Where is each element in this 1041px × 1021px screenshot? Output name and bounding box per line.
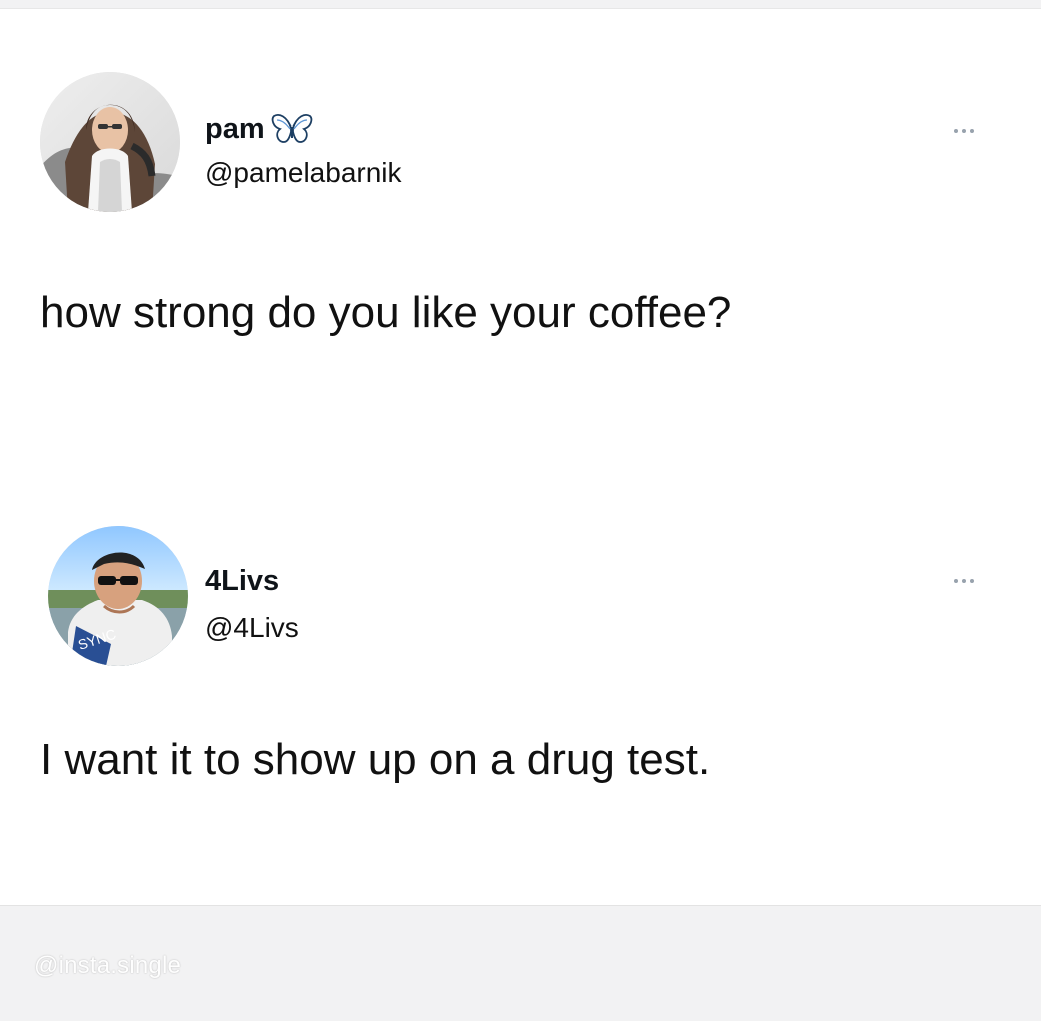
- dot-icon: [970, 129, 974, 133]
- more-options-icon[interactable]: [944, 571, 984, 591]
- profile-photo-icon: [40, 72, 180, 212]
- avatar-pamelabarnik[interactable]: [40, 72, 180, 212]
- profile-photo-icon: SYNC: [48, 526, 188, 666]
- handle[interactable]: @pamelabarnik: [205, 159, 402, 187]
- dot-icon: [954, 129, 958, 133]
- tweet2-name-row: 4Livs: [205, 567, 279, 596]
- butterfly-icon: [271, 112, 313, 146]
- screenshot-card: pam @pamelabarnik how strong do you like…: [0, 8, 1041, 906]
- avatar-4livs[interactable]: SYNC: [48, 526, 188, 666]
- watermark: @insta.single: [34, 952, 182, 979]
- display-name[interactable]: pam: [205, 114, 265, 144]
- dot-icon: [970, 579, 974, 583]
- dot-icon: [962, 129, 966, 133]
- more-options-icon[interactable]: [944, 121, 984, 141]
- dot-icon: [962, 579, 966, 583]
- handle[interactable]: @4Livs: [205, 614, 299, 642]
- dot-icon: [954, 579, 958, 583]
- tweet1-name-row: pam: [205, 112, 313, 146]
- tweet1-text: how strong do you like your coffee?: [40, 288, 732, 337]
- display-name[interactable]: 4Livs: [205, 567, 279, 596]
- tweet2-text: I want it to show up on a drug test.: [40, 735, 711, 784]
